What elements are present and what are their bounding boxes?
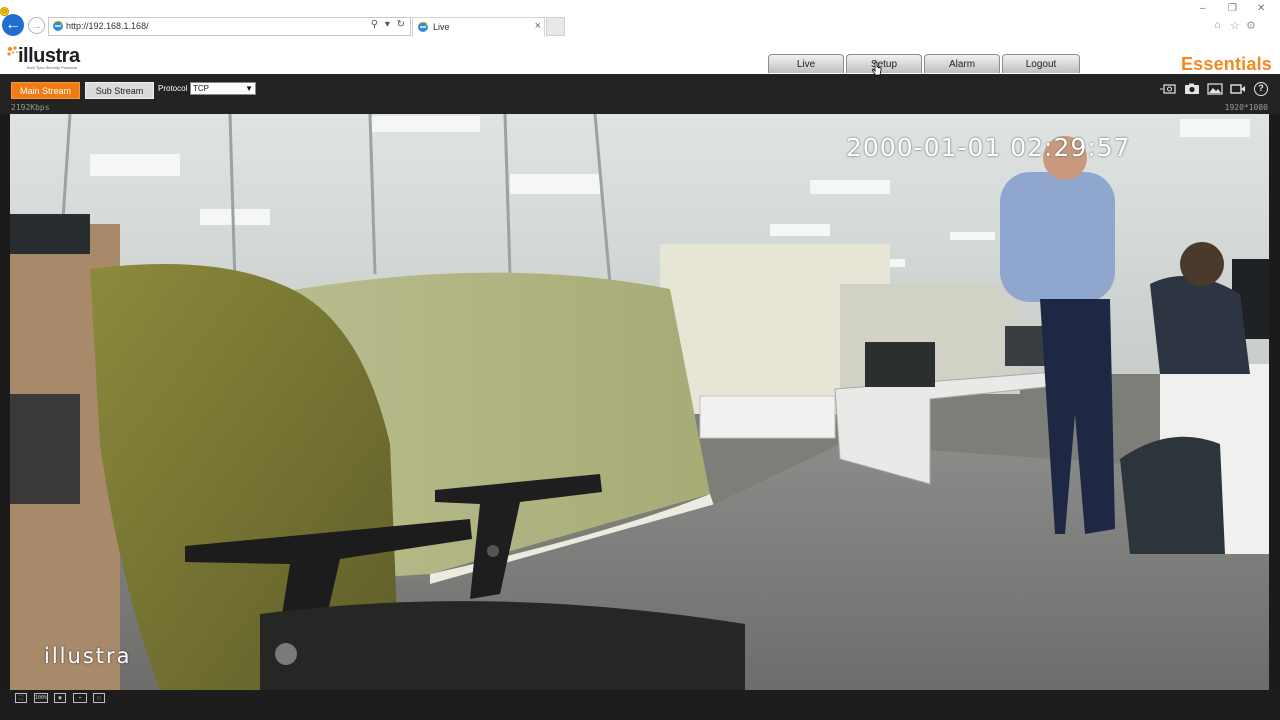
mouse-cursor-icon [872,61,882,76]
home-icon[interactable]: ⌂ [1214,19,1221,31]
new-tab-button[interactable] [546,17,565,36]
browser-chrome: ← → http://192.168.1.168/ ⚲ ▾ ↻ Live × –… [0,0,1280,44]
original-size-icon[interactable]: ▢ [93,693,105,703]
protocol-label: Protocol [158,84,188,93]
ie-tab-icon [418,21,428,32]
stretch-icon[interactable]: ⇔ [73,693,87,703]
star-icon[interactable]: ☆ [1230,19,1240,32]
forward-button[interactable]: → [28,17,45,34]
minimize-icon[interactable]: – [1200,3,1206,14]
nav-tab-live[interactable]: Live [768,54,844,73]
record-icon[interactable] [1230,82,1246,95]
chevron-down-icon: ▼ [245,84,253,93]
forward-arrow-icon: → [31,19,42,32]
tab-close-icon[interactable]: × [535,20,541,32]
help-icon[interactable]: ? [1254,82,1268,96]
brand-essentials: Essentials [1180,54,1272,74]
osd-timestamp: 2000-01-01 02:29:57 [846,133,1131,162]
ptz-icon[interactable] [1160,82,1176,95]
maximize-icon[interactable]: ❐ [1228,3,1237,14]
ie-page-icon [53,20,63,31]
fullscreen-icon[interactable]: ⛶ [15,693,27,703]
tab-title: Live [433,22,450,32]
url-text: http://192.168.1.168/ [66,21,149,31]
logo-tagline: from Tyco Security Products [27,65,77,70]
sub-stream-button[interactable]: Sub Stream [85,82,154,99]
video-bottom-bar: ⛶ 100% ▣ ⇔ ▢ [0,690,1280,720]
protocol-value: TCP [193,84,209,93]
app-header: illustra from Tyco Security Products Liv… [0,44,1280,74]
nav-tab-logout[interactable]: Logout [1002,54,1080,73]
zoom-100-icon[interactable]: 100% [34,693,48,703]
fit-window-icon[interactable]: ▣ [54,693,66,703]
resolution-readout: 1920*1080 [1224,103,1268,112]
gear-icon[interactable]: ⚙ [1246,19,1256,32]
osd-watermark: illustra [44,644,132,668]
image-settings-icon[interactable] [1207,82,1223,95]
video-toolbar: Main Stream Sub Stream Protocol TCP ▼ 21… [0,74,1280,114]
protocol-select[interactable]: TCP ▼ [190,82,256,95]
back-button[interactable]: ← [2,14,24,36]
nav-tab-setup[interactable]: Setup [846,54,922,73]
snapshot-icon[interactable] [1184,82,1200,95]
browser-tab-live[interactable]: Live × [412,17,545,37]
nav-tab-alarm[interactable]: Alarm [924,54,1000,73]
back-arrow-icon: ← [5,16,21,33]
main-stream-button[interactable]: Main Stream [11,82,80,99]
close-window-icon[interactable]: ✕ [1257,3,1265,14]
live-video-view[interactable]: 2000-01-01 02:29:57 illustra [10,114,1269,690]
search-refresh-icons[interactable]: ⚲ ▾ ↻ [371,19,407,30]
camera-frame-illustration [10,114,1269,690]
address-bar[interactable]: http://192.168.1.168/ ⚲ ▾ ↻ [48,17,411,36]
illustra-logo: illustra from Tyco Security Products [4,44,94,72]
bitrate-readout: 2192Kbps [11,103,50,112]
